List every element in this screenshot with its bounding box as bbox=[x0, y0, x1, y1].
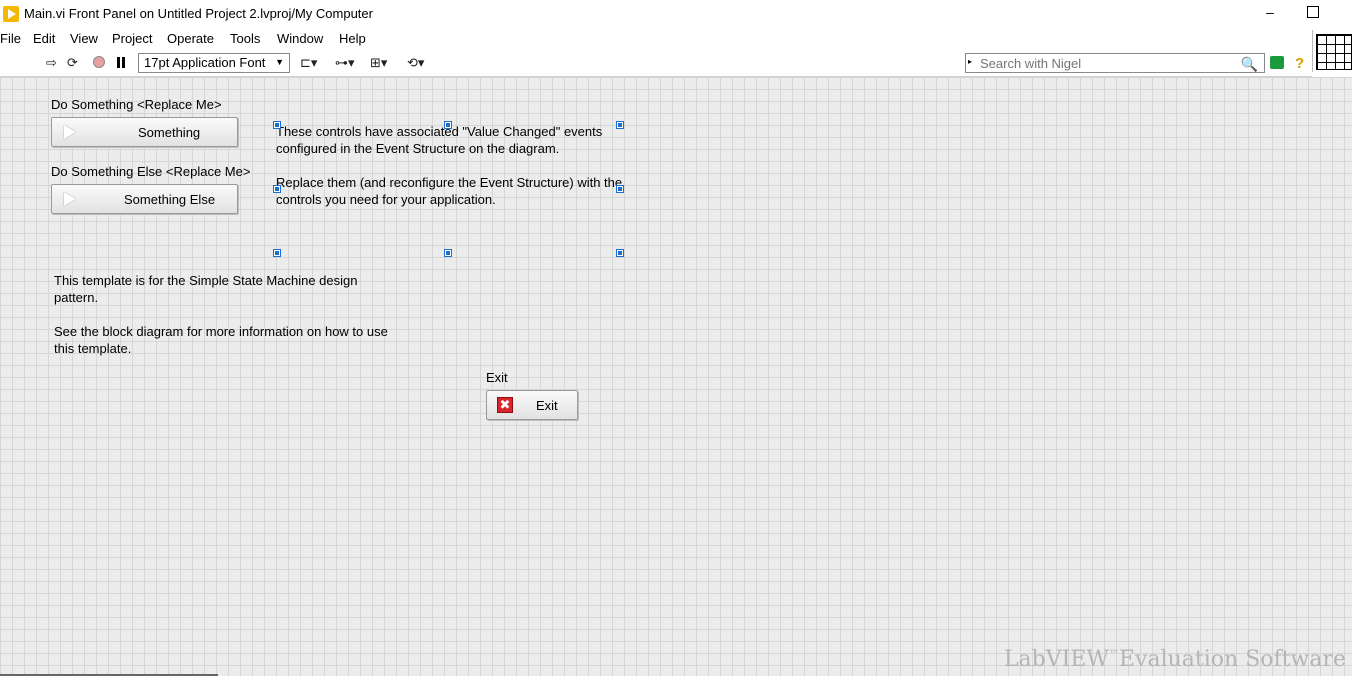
selection-handle[interactable] bbox=[274, 250, 280, 256]
selection-handle[interactable] bbox=[274, 122, 280, 128]
labview-app-icon bbox=[3, 6, 19, 22]
selection-handle[interactable] bbox=[617, 250, 623, 256]
do-something-else-button[interactable]: Something Else bbox=[51, 184, 238, 214]
align-objects-icon[interactable]: ⊏▾ bbox=[300, 55, 317, 71]
menu-help[interactable]: Help bbox=[339, 31, 366, 46]
do-something-else-label: Do Something Else <Replace Me> bbox=[51, 164, 251, 179]
context-help-icon[interactable] bbox=[1270, 56, 1284, 69]
play-icon bbox=[64, 192, 76, 206]
help-icon[interactable]: ? bbox=[1295, 55, 1304, 72]
event-note-line: configured in the Event Structure on the… bbox=[276, 141, 560, 156]
selection-handle[interactable] bbox=[445, 250, 451, 256]
evaluation-watermark: LabVIEW™Evaluation Software bbox=[1004, 647, 1346, 672]
window-title: Main.vi Front Panel on Untitled Project … bbox=[24, 6, 373, 21]
menu-operate[interactable]: Operate bbox=[167, 31, 214, 46]
event-note-line: Replace them (and reconfigure the Event … bbox=[276, 175, 623, 190]
watermark-text: Evaluation Software bbox=[1119, 647, 1346, 672]
search-input[interactable] bbox=[980, 55, 1230, 71]
menu-view[interactable]: View bbox=[70, 31, 98, 46]
selection-handle[interactable] bbox=[274, 186, 280, 192]
menu-project[interactable]: Project bbox=[112, 31, 152, 46]
toolbar-separator bbox=[1312, 30, 1313, 72]
reorder-icon[interactable]: ⟲▾ bbox=[407, 55, 424, 71]
run-continuously-icon[interactable]: ⟳ bbox=[67, 55, 78, 71]
resize-objects-icon[interactable]: ⊞▾ bbox=[370, 55, 387, 71]
do-something-else-button-text: Something Else bbox=[124, 192, 216, 207]
play-icon bbox=[64, 125, 76, 139]
search-box: ▸ 🔍 bbox=[965, 53, 1265, 73]
selection-handle[interactable] bbox=[617, 122, 623, 128]
font-select-value: 17pt Application Font bbox=[144, 55, 266, 70]
menu-bar: File Edit View Project Operate Tools Win… bbox=[0, 28, 1312, 50]
event-note-line: These controls have associated "Value Ch… bbox=[276, 124, 603, 139]
template-note-line: See the block diagram for more informati… bbox=[54, 324, 388, 339]
do-something-button-text: Something bbox=[138, 125, 201, 140]
selection-handle[interactable] bbox=[617, 186, 623, 192]
menu-window[interactable]: Window bbox=[277, 31, 323, 46]
event-note-label[interactable]: These controls have associated "Value Ch… bbox=[276, 123, 626, 208]
title-bar: Main.vi Front Panel on Untitled Project … bbox=[0, 0, 1352, 28]
connector-pane-icon[interactable] bbox=[1316, 34, 1352, 70]
event-note-line: controls you need for your application. bbox=[276, 192, 496, 207]
exit-button[interactable]: ✖ Exit bbox=[486, 390, 578, 420]
template-note-line: this template. bbox=[54, 341, 132, 356]
close-icon: ✖ bbox=[497, 397, 513, 413]
do-something-button[interactable]: Something bbox=[51, 117, 238, 147]
distribute-objects-icon[interactable]: ⊶▾ bbox=[335, 55, 355, 71]
template-note-label[interactable]: This template is for the Simple State Ma… bbox=[54, 272, 414, 357]
menu-tools[interactable]: Tools bbox=[230, 31, 260, 46]
selection-handle[interactable] bbox=[445, 122, 451, 128]
toolbar: ⇨ ⟳ 17pt Application Font ▼ ⊏▾ ⊶▾ ⊞▾ ⟲▾ … bbox=[0, 50, 1312, 77]
minimize-icon[interactable]: – bbox=[1262, 4, 1278, 22]
font-select[interactable]: 17pt Application Font ▼ bbox=[138, 53, 290, 73]
do-something-label: Do Something <Replace Me> bbox=[51, 97, 222, 112]
exit-button-text: Exit bbox=[536, 398, 558, 413]
run-arrow-icon[interactable]: ⇨ bbox=[46, 55, 57, 71]
chevron-down-icon: ▼ bbox=[275, 57, 284, 67]
trademark-symbol: ™ bbox=[1109, 649, 1119, 660]
abort-icon[interactable] bbox=[93, 56, 105, 68]
maximize-icon[interactable] bbox=[1307, 6, 1319, 18]
template-note-line: This template is for the Simple State Ma… bbox=[54, 273, 358, 288]
search-scope-icon[interactable]: ▸ bbox=[968, 57, 972, 66]
pause-icon[interactable] bbox=[116, 57, 126, 68]
menu-edit[interactable]: Edit bbox=[33, 31, 55, 46]
search-icon[interactable]: 🔍 bbox=[1241, 56, 1258, 73]
watermark-brand: LabVIEW bbox=[1003, 647, 1109, 672]
template-note-line: pattern. bbox=[54, 290, 99, 305]
exit-label: Exit bbox=[486, 370, 508, 385]
menu-file[interactable]: File bbox=[0, 31, 21, 46]
front-panel: Do Something <Replace Me> Something Do S… bbox=[0, 77, 1352, 676]
